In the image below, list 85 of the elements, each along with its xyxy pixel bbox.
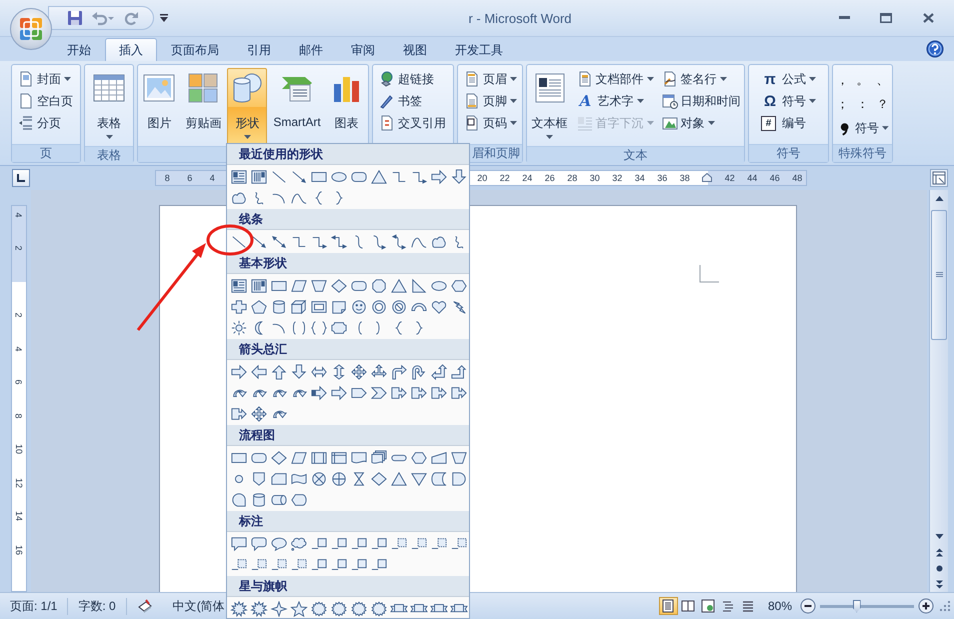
group-label: 文本 [527,146,744,164]
ruler-number: 4 [208,173,216,183]
ribbon-button[interactable]: 符号 [834,117,892,139]
ruler-number: 36 [656,173,668,183]
ruler-number: 6 [14,380,24,385]
ribbon-button[interactable]: 剪贴画 [181,68,226,146]
symbol-button[interactable]: ； [834,93,852,115]
ribbon-tab[interactable]: 引用 [233,38,285,61]
ruler-number: 22 [498,173,511,183]
ribbon-button[interactable]: 超链接 [376,68,449,90]
ribbon-tab[interactable]: 开发工具 [441,38,517,61]
zoom-level: 80% [768,599,792,613]
ribbon-button[interactable]: Ω 符号 [758,90,819,112]
ribbon-button[interactable]: 页眉 [461,68,520,90]
ruler-number: 2 [14,312,24,318]
section-header: 流程图 [227,425,469,446]
ribbon-button[interactable]: 形状 [227,68,268,146]
ruler-number: 34 [634,173,646,183]
ribbon-button[interactable]: 封面 [15,68,76,90]
ribbon-button[interactable]: 书签 [376,90,449,112]
section-header: 最近使用的形状 [227,144,469,165]
ribbon-tab[interactable]: 页面布局 [157,38,233,61]
group-label: 表格 [85,146,133,164]
group-label: 符号 [749,144,828,162]
ruler-number: 12 [14,478,24,488]
ruler-number: 16 [14,544,24,555]
section-header: 星与旗帜 [227,576,469,597]
ribbon-button[interactable]: 图片 [139,68,180,146]
pi-icon: π [761,70,779,88]
ruler-number: 32 [611,173,624,183]
symbol-button[interactable]: ？ [874,93,892,115]
ribbon-button[interactable]: 对象 [658,112,744,134]
wordart-icon: A [576,92,594,110]
section-header: 标注 [227,511,469,532]
ruler-number: 48 [791,173,804,183]
ribbon-tab[interactable]: 审阅 [337,38,389,61]
symbol-button[interactable]: 。 [854,69,872,91]
ribbon-button[interactable]: 日期和时间 [658,90,744,112]
ruler-number: 42 [724,173,736,183]
symbol-button[interactable]: 、 [874,69,892,91]
ruler-number: 10 [14,444,24,454]
ruler-number: 2 [14,246,24,251]
status-text: 字数: 0 [68,598,127,614]
ribbon-button[interactable]: 交叉引用 [376,112,449,134]
ruler-number: 44 [746,173,758,183]
ribbon-button[interactable]: A 艺术字 [574,90,656,112]
status-text: 页面: 1/1 [0,598,68,614]
ribbon-button[interactable]: 表格 [89,68,129,146]
ruler-number: 24 [521,173,534,183]
ribbon-button[interactable]: 签名行 [658,68,744,90]
symbol-button[interactable]: ， [834,69,852,91]
omega-icon: Ω [761,92,779,110]
ribbon-button[interactable]: 空白页 [15,90,76,112]
ribbon-tab[interactable]: 插入 [105,38,157,61]
ruler-number: 4 [14,212,24,218]
ruler-number: 28 [566,173,578,183]
section-header: 基本形状 [227,253,469,274]
ribbon-tab[interactable]: 视图 [389,38,441,61]
ruler-number: 26 [544,173,556,183]
ribbon-button[interactable]: 页码 [461,112,520,134]
ribbon-button[interactable]: 页脚 [461,90,520,112]
ribbon-button[interactable]: 文档部件 [574,68,656,90]
group-label: 页 [12,144,80,162]
ribbon-button[interactable]: # 编号 [758,112,819,134]
group-label: 特殊符号 [833,144,892,162]
ruler-number: 4 [14,346,24,352]
ruler-number: 38 [678,173,691,183]
ruler-number: 20 [476,173,488,183]
symbol-button[interactable]: ： [854,93,872,115]
ribbon-tab[interactable]: 开始 [53,38,105,61]
section-header: 线条 [227,209,469,230]
ribbon-button[interactable]: 文本框 [528,68,572,146]
ribbon-button[interactable]: 图表 [326,68,367,146]
ruler-number: 14 [14,511,24,522]
ruler-number: 8 [164,173,171,183]
ruler-number: 46 [768,173,781,183]
ribbon-button[interactable]: 分页 [15,112,76,134]
ribbon-button[interactable]: π 公式 [758,68,819,90]
section-header: 箭头总汇 [227,339,469,360]
window-title: r - Microsoft Word [467,10,573,26]
ruler-number: 6 [186,173,194,183]
ribbon-tab[interactable]: 邮件 [285,38,337,61]
ruler-number: 30 [588,173,601,183]
number-icon: # [761,116,776,130]
ruler-number: 8 [14,413,24,418]
